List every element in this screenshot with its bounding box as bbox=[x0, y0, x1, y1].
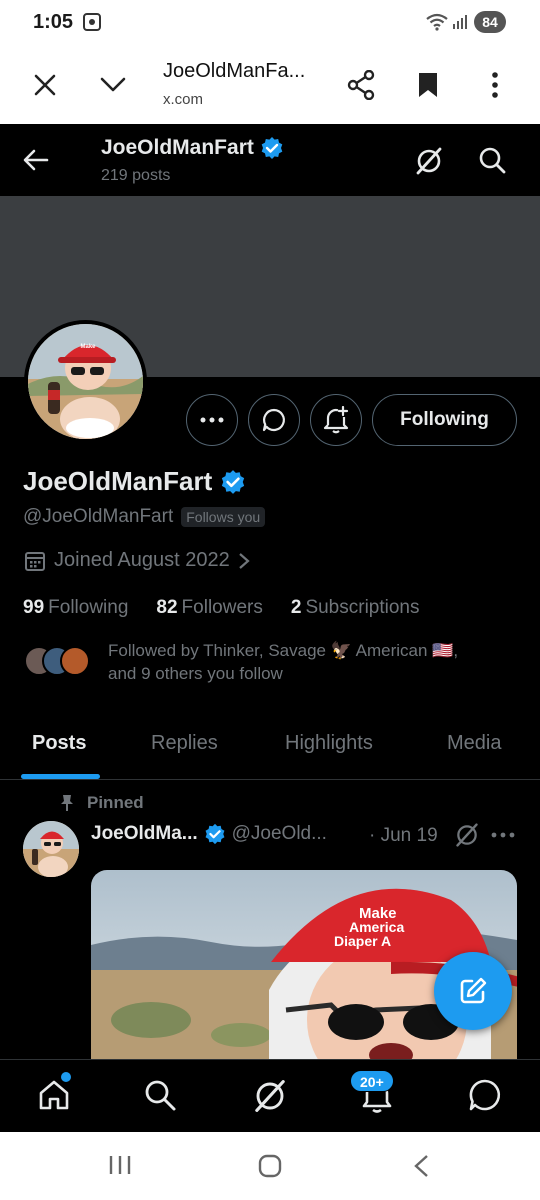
home-new-dot bbox=[61, 1072, 71, 1082]
followed-by-line: and 9 others you follow bbox=[108, 664, 283, 683]
recent-apps-icon[interactable] bbox=[108, 1154, 132, 1176]
calendar-icon bbox=[25, 551, 45, 571]
hat-text: Diaper A bbox=[334, 933, 391, 949]
profile-header: JoeOldManFart 219 posts bbox=[0, 124, 540, 196]
pinned-label: Pinned bbox=[87, 793, 144, 812]
subscriptions-stat[interactable]: 2 Subscriptions bbox=[291, 597, 420, 619]
tab-media[interactable]: Media bbox=[447, 732, 501, 755]
follows-you-badge: Follows you bbox=[181, 507, 266, 527]
grok-icon[interactable] bbox=[252, 1078, 288, 1114]
more-options-button[interactable] bbox=[186, 394, 238, 446]
more-horizontal-icon bbox=[200, 417, 224, 423]
post-author-name: JoeOldMa... bbox=[91, 823, 198, 844]
profile-tabs: Posts Replies Highlights Media bbox=[0, 712, 540, 780]
post-author-handle: @JoeOld... bbox=[231, 823, 327, 844]
signal-icon bbox=[453, 15, 467, 29]
home-icon[interactable] bbox=[37, 1078, 71, 1112]
wifi-icon bbox=[426, 13, 448, 31]
verified-badge-icon bbox=[261, 137, 283, 159]
followed-by-text[interactable]: Followed by Thinker, Savage 🦅 American 🇺… bbox=[108, 639, 508, 685]
active-tab-indicator bbox=[21, 774, 100, 779]
message-icon bbox=[262, 408, 285, 432]
search-icon[interactable] bbox=[478, 146, 506, 174]
profile-name: JoeOldManFart bbox=[23, 466, 246, 497]
verified-badge-icon[interactable] bbox=[220, 469, 246, 495]
browser-toolbar: JoeOldManFa... x.com bbox=[0, 46, 540, 124]
profile-display-name: JoeOldManFart bbox=[23, 466, 213, 496]
following-label: Following bbox=[48, 597, 129, 618]
pin-icon bbox=[61, 795, 73, 811]
subscriptions-count: 2 bbox=[290, 597, 302, 618]
status-time: 1:05 bbox=[33, 11, 74, 33]
message-button[interactable] bbox=[248, 394, 300, 446]
system-navigation-bar bbox=[0, 1132, 540, 1200]
following-count: 99 bbox=[23, 597, 45, 618]
joined-label: Joined August 2022 bbox=[54, 549, 230, 571]
post-avatar[interactable] bbox=[23, 821, 79, 877]
messages-icon[interactable] bbox=[468, 1078, 502, 1112]
header-post-count: 219 posts bbox=[101, 167, 171, 184]
chevron-right-icon bbox=[238, 552, 250, 569]
header-display-name: JoeOldManFart bbox=[101, 136, 254, 159]
joined-date[interactable]: Joined August 2022 bbox=[24, 549, 250, 572]
bookmark-icon[interactable] bbox=[410, 67, 446, 103]
verified-badge-icon bbox=[205, 823, 225, 845]
back-button-icon[interactable] bbox=[412, 1154, 430, 1178]
tab-replies[interactable]: Replies bbox=[151, 732, 218, 755]
profile-avatar[interactable]: Make bbox=[24, 320, 147, 443]
bell-plus-icon bbox=[323, 406, 349, 434]
follower-avatar[interactable] bbox=[60, 646, 90, 676]
more-horizontal-icon[interactable] bbox=[491, 822, 515, 848]
more-vertical-icon[interactable] bbox=[477, 67, 513, 103]
grok-icon[interactable] bbox=[414, 146, 444, 176]
bottom-navigation: 20+ bbox=[0, 1059, 540, 1132]
screen-record-icon bbox=[83, 13, 101, 31]
post-date[interactable]: · Jun 19 bbox=[369, 825, 438, 847]
home-button-icon[interactable] bbox=[258, 1154, 282, 1178]
subscriptions-label: Subscriptions bbox=[305, 597, 420, 618]
tab-posts[interactable]: Posts bbox=[32, 732, 86, 755]
search-icon[interactable] bbox=[143, 1078, 177, 1112]
followers-stat[interactable]: 82 Followers bbox=[156, 597, 262, 619]
back-arrow-icon[interactable] bbox=[22, 146, 50, 174]
following-button[interactable]: Following bbox=[372, 394, 517, 446]
pinned-label-row: Pinned bbox=[59, 793, 144, 813]
share-icon[interactable] bbox=[343, 67, 379, 103]
compose-icon bbox=[460, 977, 487, 1004]
chevron-down-icon[interactable] bbox=[95, 67, 131, 103]
header-title: JoeOldManFart bbox=[101, 136, 284, 160]
profile-stats: 99 Following 82 Followers 2 Subscriptions bbox=[23, 597, 420, 619]
close-icon[interactable] bbox=[27, 67, 63, 103]
followed-by-line: Followed by Thinker, Savage 🦅 American 🇺… bbox=[108, 641, 459, 660]
followers-count: 82 bbox=[156, 597, 178, 618]
tab-highlights[interactable]: Highlights bbox=[285, 732, 373, 755]
grok-icon[interactable] bbox=[454, 822, 480, 848]
notification-badge: 20+ bbox=[350, 1070, 394, 1092]
notify-button[interactable] bbox=[310, 394, 362, 446]
followers-label: Followers bbox=[181, 597, 263, 618]
profile-handle: @JoeOldManFart bbox=[23, 506, 174, 527]
status-bar: 1:05 84 bbox=[0, 0, 540, 46]
browser-domain[interactable]: x.com bbox=[163, 91, 203, 108]
profile-handle-row: @JoeOldManFart Follows you bbox=[23, 506, 266, 528]
post-author[interactable]: JoeOldMa... @JoeOld... bbox=[91, 823, 327, 845]
following-stat[interactable]: 99 Following bbox=[23, 597, 128, 619]
browser-page-title[interactable]: JoeOldManFa... bbox=[163, 60, 305, 83]
battery-indicator: 84 bbox=[474, 11, 506, 33]
compose-button[interactable] bbox=[434, 952, 512, 1030]
svg-text:Make: Make bbox=[80, 344, 96, 350]
